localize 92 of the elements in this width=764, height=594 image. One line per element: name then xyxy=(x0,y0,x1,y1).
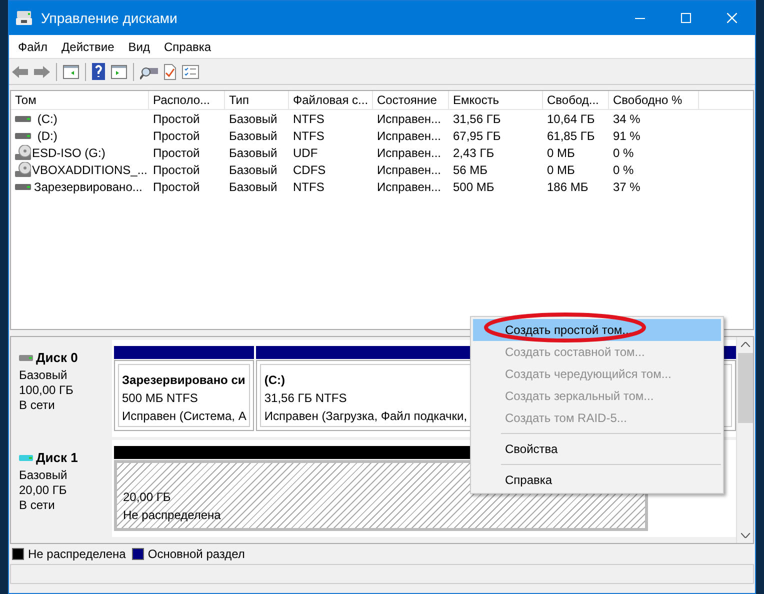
action-pane-icon[interactable] xyxy=(111,64,127,78)
context-menu-item[interactable]: Справка xyxy=(473,469,721,491)
disk-info: 20,00 ГБ xyxy=(19,482,68,498)
table-cell-text: Исправен... xyxy=(377,144,442,162)
menu-item[interactable]: Справка xyxy=(159,38,216,56)
disk-info: В сети xyxy=(19,398,56,412)
column-header[interactable]: Располо... xyxy=(149,91,225,109)
table-cell-text: Простой xyxy=(153,110,200,128)
context-menu-item[interactable]: Свойства xyxy=(473,438,721,460)
table-cell-text: 56 МБ xyxy=(453,162,488,178)
table-cell-text: Базовый xyxy=(229,128,278,144)
partition-status: Не распределена xyxy=(123,507,221,524)
table-cell-text: CDFS xyxy=(293,162,326,178)
table-cell-text: NTFS xyxy=(293,128,324,144)
table-cell-text: NTFS xyxy=(293,178,324,196)
disk-info: В сети xyxy=(19,498,56,512)
column-header[interactable]: Свобод... xyxy=(543,91,609,109)
table-cell-text: VBOXADDITIONS_... xyxy=(32,162,148,178)
table-cell-text: 91 % xyxy=(613,128,640,144)
checked-document-icon[interactable] xyxy=(164,64,176,80)
table-cell-text: Простой xyxy=(153,128,200,144)
column-header[interactable]: Том xyxy=(11,91,149,109)
close-icon xyxy=(727,13,737,23)
table-cell-text: Зарезервировано... xyxy=(34,178,142,196)
disk-name: Диск 0 xyxy=(36,349,78,367)
disk-info: Базовый xyxy=(19,368,68,382)
partition-name: Зарезервировано си xyxy=(122,372,246,389)
table-cell-text: UDF xyxy=(293,144,318,162)
column-header[interactable]: Свободно % xyxy=(609,91,699,109)
table-cell-text: 61,85 ГБ xyxy=(547,128,595,144)
disc-drive-icon xyxy=(15,162,31,178)
disk-info: Базовый xyxy=(19,468,68,482)
table-cell-text: Простой xyxy=(153,162,200,178)
scroll-thumb[interactable] xyxy=(738,353,752,423)
table-cell-text: 10,64 ГБ xyxy=(547,110,595,128)
table-cell-text: Простой xyxy=(153,144,200,162)
table-cell-text: Исправен... xyxy=(377,162,442,178)
table-cell-text: 0 % xyxy=(613,162,634,178)
table-cell-text: 0 МБ xyxy=(547,162,575,178)
menu-item[interactable]: Вид xyxy=(123,38,155,56)
table-cell-text: Исправен... xyxy=(377,128,442,144)
table-cell-text: Базовый xyxy=(229,178,278,196)
menu-item[interactable]: Файл xyxy=(13,38,53,56)
vertical-scrollbar[interactable] xyxy=(736,337,753,543)
table-cell-text: NTFS xyxy=(293,110,324,128)
window-title: Управление дисками xyxy=(41,8,178,28)
partition-name: (C:) xyxy=(264,372,285,389)
table-cell-text: 2,43 ГБ xyxy=(453,144,494,162)
checklist-icon[interactable] xyxy=(182,64,199,78)
scroll-up-icon[interactable] xyxy=(740,342,750,347)
partition-status: Исправен (Система, А xyxy=(122,408,246,425)
legend-label: Не распределена xyxy=(28,546,126,563)
partition-status: Исправен (Загрузка, Файл подкачки, xyxy=(264,408,468,425)
table-cell-text: 67,95 ГБ xyxy=(453,128,501,144)
disc-drive-icon xyxy=(15,144,31,160)
menu-item[interactable]: Действие xyxy=(56,38,120,56)
drive-icon xyxy=(15,184,31,190)
table-cell-text: ESD-ISO (G:) xyxy=(32,144,106,162)
table-cell-text: (D:) xyxy=(36,128,58,144)
legend-label: Основной раздел xyxy=(148,546,245,563)
column-header[interactable]: Тип xyxy=(225,91,289,109)
drive-icon xyxy=(15,116,31,122)
column-header[interactable]: Емкость xyxy=(449,91,543,109)
table-cell-text: Простой xyxy=(153,178,200,196)
column-header[interactable]: Состояние xyxy=(373,91,449,109)
drive-icon xyxy=(15,132,31,138)
table-cell-text: Базовый xyxy=(229,162,278,178)
table-cell-text: (C:) xyxy=(36,110,58,128)
column-header[interactable]: Файловая с... xyxy=(289,91,373,109)
table-cell-text: 37 % xyxy=(613,178,640,196)
disk-info: 100,00 ГБ xyxy=(19,382,74,398)
partition-size: 500 МБ NTFS xyxy=(122,390,198,407)
console-tree-icon[interactable] xyxy=(63,64,79,78)
table-cell-text: Исправен... xyxy=(377,178,442,196)
table-cell-text: Базовый xyxy=(229,110,278,128)
table-cell-text: 31,56 ГБ xyxy=(453,110,501,128)
disk-management-icon xyxy=(16,11,32,25)
disk-name: Диск 1 xyxy=(36,449,78,467)
table-cell-text: 500 МБ xyxy=(453,178,494,196)
table-cell-text: 0 МБ xyxy=(547,144,575,162)
partition-size: 31,56 ГБ NTFS xyxy=(264,390,347,407)
table-cell-text: 186 МБ xyxy=(547,178,588,196)
table-cell-text: 0 % xyxy=(613,144,634,162)
partition-size: 20,00 ГБ xyxy=(123,489,171,506)
scroll-down-icon[interactable] xyxy=(740,533,750,538)
forward-arrow-icon[interactable] xyxy=(34,64,50,78)
back-arrow-icon[interactable] xyxy=(12,64,28,78)
table-cell-text: Исправен... xyxy=(377,110,442,128)
table-cell-text: 34 % xyxy=(613,110,640,128)
help-icon[interactable] xyxy=(92,63,105,80)
table-cell-text: Базовый xyxy=(229,144,278,162)
maximize-icon xyxy=(681,13,691,23)
